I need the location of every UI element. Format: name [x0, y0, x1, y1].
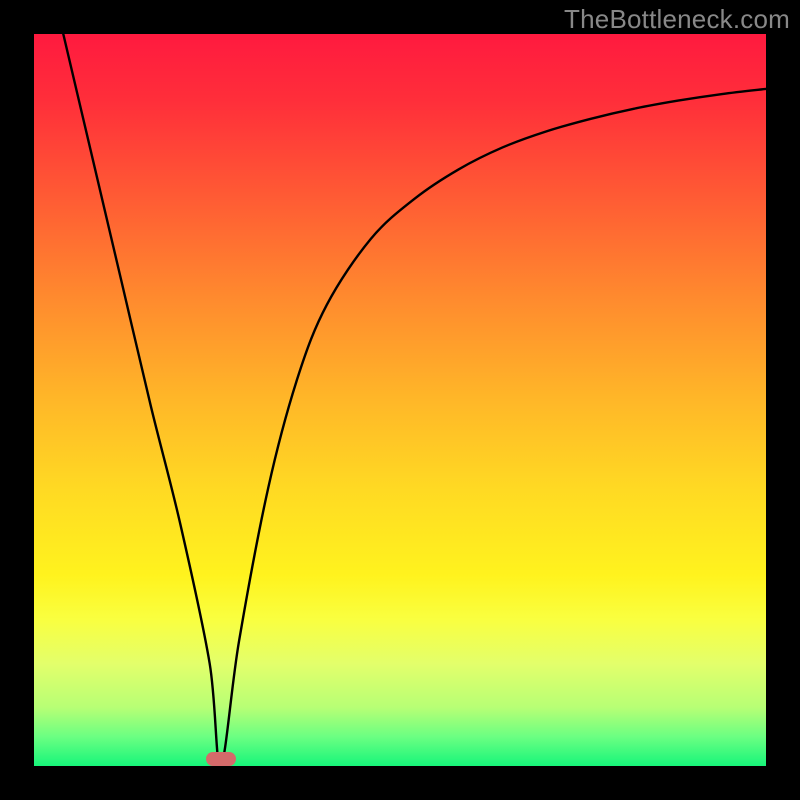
plot-area — [34, 34, 766, 766]
chart-frame: TheBottleneck.com — [0, 0, 800, 800]
optimum-marker — [206, 752, 236, 766]
watermark-text: TheBottleneck.com — [564, 4, 790, 35]
